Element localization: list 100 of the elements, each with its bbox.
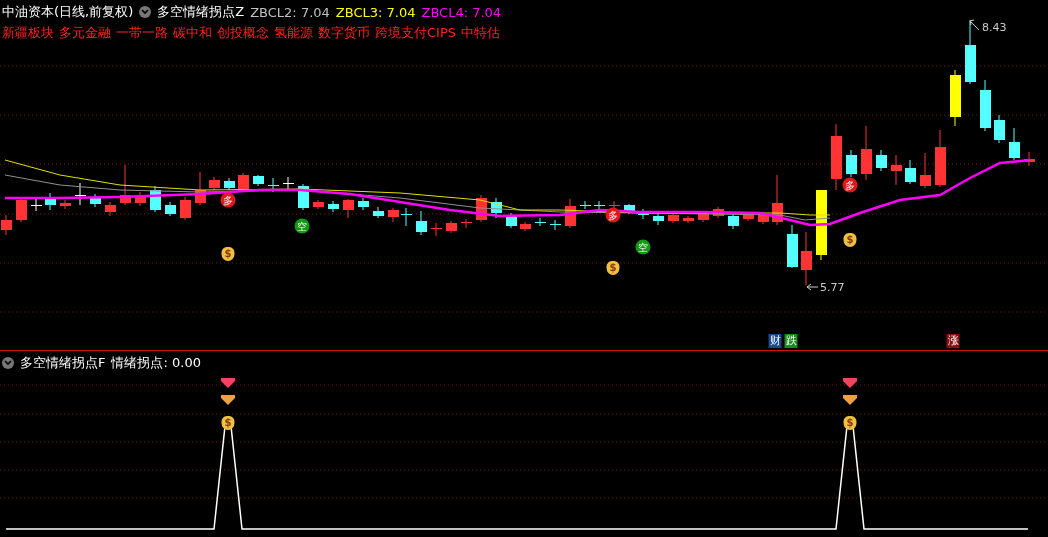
signal-tag: 跌 [784, 334, 798, 348]
candlestick [801, 231, 812, 286]
money-bag-icon: $ [221, 416, 235, 430]
candlestick [950, 69, 961, 127]
candlestick [506, 212, 517, 229]
candlestick [713, 206, 724, 219]
candlestick [253, 174, 264, 187]
candlestick [238, 172, 249, 192]
money-bag-icon: $ [606, 261, 620, 275]
candlestick [668, 211, 679, 224]
candlestick [268, 177, 279, 193]
candlestick [224, 177, 235, 191]
candlestick [683, 215, 694, 224]
candlestick [298, 183, 309, 211]
candlestick [401, 207, 412, 227]
candlestick [535, 217, 546, 227]
concept-tag[interactable]: 多元金融 [59, 24, 111, 42]
concept-tag[interactable]: 创投概念 [217, 24, 269, 42]
candlestick [565, 198, 576, 229]
candlestick [343, 198, 354, 219]
candlestick [90, 193, 101, 208]
candlestick [787, 224, 798, 269]
candlestick [609, 200, 620, 210]
long-signal-marker: 多 [220, 192, 236, 208]
indicator-name: 多空情绪拐点F [20, 354, 106, 372]
concept-tag[interactable]: 氢能源 [274, 24, 313, 42]
indicator-readout: ZBCL3: 7.04 [335, 4, 416, 20]
concept-tag[interactable]: 跨境支付CIPS [375, 24, 456, 42]
candlestick [16, 197, 27, 223]
dropdown-icon[interactable] [2, 357, 14, 369]
candlestick [476, 194, 487, 223]
diamond-icon [221, 395, 235, 405]
indicator-readout: ZBCL4: 7.04 [421, 4, 502, 20]
candlestick [283, 176, 294, 191]
signal-tag: 财 [768, 334, 782, 348]
concept-tag[interactable]: 数字货币 [318, 24, 370, 42]
candlestick [920, 152, 931, 189]
candlestick [891, 154, 902, 186]
candlestick [520, 221, 531, 232]
indicator-readout: ZBCL2: 7.04 [250, 4, 330, 20]
candlestick [75, 182, 86, 206]
candlestick [816, 189, 827, 261]
candlestick [60, 199, 71, 210]
candlestick [328, 200, 339, 213]
money-bag-icon: $ [843, 233, 857, 247]
candlestick [861, 125, 872, 181]
low-price-label: 5.77 [820, 281, 845, 294]
dropdown-icon[interactable] [139, 6, 152, 18]
candlestick [772, 174, 783, 226]
gem-icon [843, 378, 857, 388]
long-signal-marker: 多 [842, 177, 858, 193]
candlestick [431, 222, 442, 237]
candlestick [994, 114, 1005, 144]
signal-tag: 涨 [946, 334, 960, 348]
candlestick [209, 176, 220, 191]
candlestick [180, 196, 191, 221]
candlestick [594, 200, 605, 210]
concept-tag[interactable]: 新疆板块 [2, 24, 54, 42]
candlestick [965, 19, 976, 85]
gem-icon [221, 378, 235, 388]
money-bag-icon: $ [843, 416, 857, 430]
concept-tag[interactable]: 碳中和 [173, 24, 212, 42]
candlestick [461, 218, 472, 229]
candlestick [876, 149, 887, 172]
stock-title: 中油资本(日线,前复权) [2, 3, 134, 21]
candlestick [653, 212, 664, 226]
candlestick [831, 123, 842, 191]
candlestick [728, 212, 739, 230]
indicator-readout: 情绪拐点: 0.00 [111, 354, 201, 372]
candlestick [491, 197, 502, 219]
long-signal-marker: 多 [605, 207, 621, 223]
candlestick [624, 203, 635, 215]
candlestick [416, 210, 427, 236]
candlestick [373, 206, 384, 219]
candlestick [580, 200, 591, 210]
candlestick [135, 191, 146, 207]
candlestick [165, 201, 176, 217]
candlestick [45, 192, 56, 211]
candlestick [980, 79, 991, 132]
candlestick [638, 208, 649, 220]
candlestick [105, 201, 116, 217]
concept-tag[interactable]: 一带一路 [116, 24, 168, 42]
concept-tag[interactable]: 中特估 [461, 24, 500, 42]
candlestick [31, 198, 42, 212]
leader-line [806, 283, 819, 291]
candlestick [446, 220, 457, 234]
short-signal-marker: 空 [294, 218, 310, 234]
candlestick [313, 199, 324, 210]
candlestick [150, 185, 161, 213]
candlestick [935, 129, 946, 188]
leader-line [969, 19, 980, 31]
money-bag-icon: $ [221, 247, 235, 261]
candlestick [905, 159, 916, 185]
candlestick [1009, 127, 1020, 161]
candlestick [358, 197, 369, 211]
candlestick [388, 207, 399, 223]
candlestick [846, 149, 857, 178]
diamond-icon [843, 395, 857, 405]
candlestick [1024, 151, 1035, 167]
indicator-name: 多空情绪拐点Z [157, 3, 245, 21]
